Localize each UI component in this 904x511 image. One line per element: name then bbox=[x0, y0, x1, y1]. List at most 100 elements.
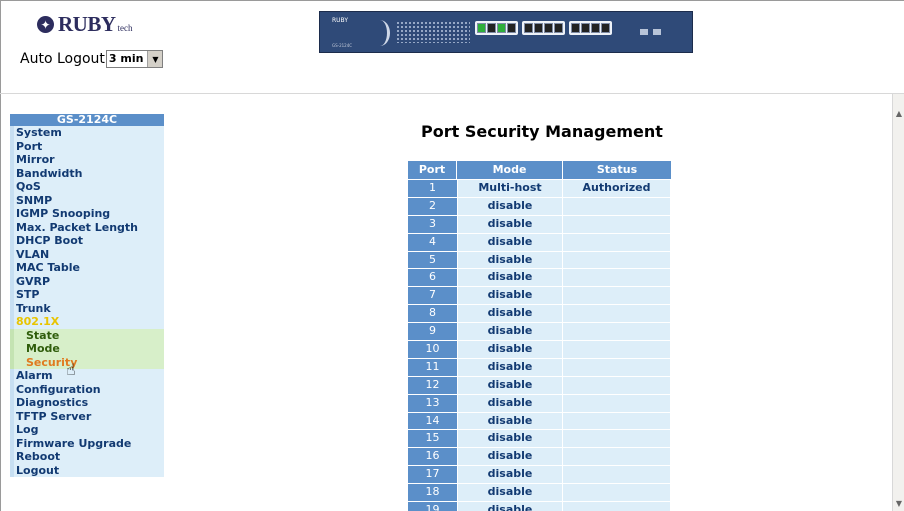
scroll-up-icon[interactable]: ▲ bbox=[893, 108, 904, 120]
device-port-panel bbox=[475, 21, 612, 35]
sidebar-item-configuration[interactable]: Configuration bbox=[10, 382, 164, 396]
status-cell bbox=[562, 447, 670, 466]
sidebar-item-mac-table[interactable]: MAC Table bbox=[10, 261, 164, 275]
sidebar-item-dhcp-boot[interactable]: DHCP Boot bbox=[10, 234, 164, 248]
mode-cell: disable bbox=[457, 429, 562, 448]
port-number-cell: 14 bbox=[408, 411, 457, 430]
mode-cell: disable bbox=[457, 196, 562, 215]
sidebar-item-igmp-snooping[interactable]: IGMP Snooping bbox=[10, 207, 164, 221]
column-header-mode: Mode bbox=[457, 161, 563, 179]
port-number-cell: 12 bbox=[408, 375, 457, 394]
mode-cell: disable bbox=[457, 501, 562, 511]
status-cell bbox=[562, 268, 670, 287]
status-cell bbox=[562, 393, 670, 412]
mode-cell: disable bbox=[457, 483, 562, 502]
sidebar-item-bandwidth[interactable]: Bandwidth bbox=[10, 166, 164, 180]
sfp-slot bbox=[640, 29, 648, 35]
status-cell bbox=[562, 214, 670, 233]
table-header-row: Port Mode Status bbox=[408, 161, 671, 179]
page-title: Port Security Management bbox=[421, 122, 663, 141]
mode-cell: disable bbox=[457, 447, 562, 466]
sidebar-item-snmp[interactable]: SNMP bbox=[10, 193, 164, 207]
switch-device-image: RUBY GS-2124C bbox=[319, 11, 693, 53]
mode-cell: disable bbox=[457, 393, 562, 412]
sidebar-item-port[interactable]: Port bbox=[10, 139, 164, 153]
status-cell bbox=[562, 501, 670, 511]
auto-logout-select[interactable]: 3 min ▼ bbox=[105, 50, 164, 68]
port-number-cell: 7 bbox=[408, 286, 457, 305]
device-sfp-slots bbox=[640, 29, 661, 35]
device-port bbox=[497, 23, 506, 33]
frame-divider bbox=[0, 93, 904, 94]
sidebar-item-vlan[interactable]: VLAN bbox=[10, 247, 164, 261]
status-cell bbox=[562, 429, 670, 448]
table-row: 16 disable bbox=[408, 447, 671, 466]
sidebar-item-tftp-server[interactable]: TFTP Server bbox=[10, 409, 164, 423]
table-row: 8 disable bbox=[408, 304, 671, 323]
status-cell bbox=[562, 483, 670, 502]
sidebar-subitem-security[interactable]: Security bbox=[10, 355, 164, 369]
chevron-down-icon[interactable]: ▼ bbox=[147, 51, 163, 67]
device-port bbox=[534, 23, 543, 33]
mode-cell: disable bbox=[457, 286, 562, 305]
mode-cell: disable bbox=[457, 357, 562, 376]
table-row: 9 disable bbox=[408, 322, 671, 341]
table-row: 6 disable bbox=[408, 268, 671, 287]
mode-cell: disable bbox=[457, 268, 562, 287]
port-group bbox=[475, 21, 518, 35]
port-number-cell: 5 bbox=[408, 250, 457, 269]
sidebar-item-trunk[interactable]: Trunk bbox=[10, 301, 164, 315]
vertical-scrollbar[interactable]: ▲ ▼ bbox=[892, 94, 904, 511]
auto-logout-value: 3 min bbox=[108, 52, 144, 65]
column-header-status: Status bbox=[563, 161, 671, 179]
auto-logout-label: Auto Logout bbox=[20, 51, 105, 67]
hand-pointer-icon: ☝ bbox=[66, 360, 76, 379]
table-row: 3 disable bbox=[408, 214, 671, 233]
column-header-port: Port bbox=[408, 161, 457, 179]
scroll-down-icon[interactable]: ▼ bbox=[893, 498, 904, 510]
sidebar-item-system[interactable]: System bbox=[10, 126, 164, 140]
sidebar-item-firmware-upgrade[interactable]: Firmware Upgrade bbox=[10, 436, 164, 450]
sidebar-item-stp[interactable]: STP bbox=[10, 288, 164, 302]
port-group bbox=[522, 21, 565, 35]
sidebar-item-8021x[interactable]: 802.1X bbox=[10, 315, 164, 329]
mode-cell: disable bbox=[457, 250, 562, 269]
status-cell bbox=[562, 250, 670, 269]
port-security-table: Port Mode Status 1 Multi-host Authorized 2 d… bbox=[408, 161, 671, 511]
sidebar-item-diagnostics[interactable]: Diagnostics bbox=[10, 396, 164, 410]
sidebar-item-qos[interactable]: QoS bbox=[10, 180, 164, 194]
table-row: 4 disable bbox=[408, 232, 671, 251]
port-number-cell: 13 bbox=[408, 393, 457, 412]
device-port bbox=[601, 23, 610, 33]
auto-logout: Auto Logout 3 min ▼ bbox=[20, 50, 164, 68]
sidebar-subitem-state[interactable]: State bbox=[10, 328, 164, 342]
port-number-cell: 2 bbox=[408, 196, 457, 215]
sidebar-subitem-mode[interactable]: Mode bbox=[10, 342, 164, 356]
sidebar-item-reboot[interactable]: Reboot bbox=[10, 450, 164, 464]
status-cell bbox=[562, 465, 670, 484]
port-number-cell: 8 bbox=[408, 304, 457, 323]
status-cell bbox=[562, 375, 670, 394]
table-row: 1 Multi-host Authorized bbox=[408, 179, 671, 197]
table-row: 15 disable bbox=[408, 429, 671, 448]
sidebar-item-max-packet-length[interactable]: Max. Packet Length bbox=[10, 220, 164, 234]
table-row: 18 disable bbox=[408, 483, 671, 502]
sidebar-item-gvrp[interactable]: GVRP bbox=[10, 274, 164, 288]
table-row: 19 disable bbox=[408, 501, 671, 511]
mode-cell: disable bbox=[457, 375, 562, 394]
port-number-cell: 16 bbox=[408, 447, 457, 466]
status-cell bbox=[562, 232, 670, 251]
ruby-diamond-icon: ✦ bbox=[37, 16, 54, 33]
sidebar-item-logout[interactable]: Logout bbox=[10, 463, 164, 477]
mode-cell: disable bbox=[457, 214, 562, 233]
port-group bbox=[569, 21, 612, 35]
sidebar-item-log[interactable]: Log bbox=[10, 423, 164, 437]
port-number-cell: 6 bbox=[408, 268, 457, 287]
device-port bbox=[591, 23, 600, 33]
sidebar-item-mirror[interactable]: Mirror bbox=[10, 153, 164, 167]
mode-cell: disable bbox=[457, 322, 562, 341]
sidebar-item-alarm[interactable]: Alarm bbox=[10, 369, 164, 383]
port-number-cell: 15 bbox=[408, 429, 457, 448]
device-port bbox=[487, 23, 496, 33]
sfp-slot bbox=[653, 29, 661, 35]
